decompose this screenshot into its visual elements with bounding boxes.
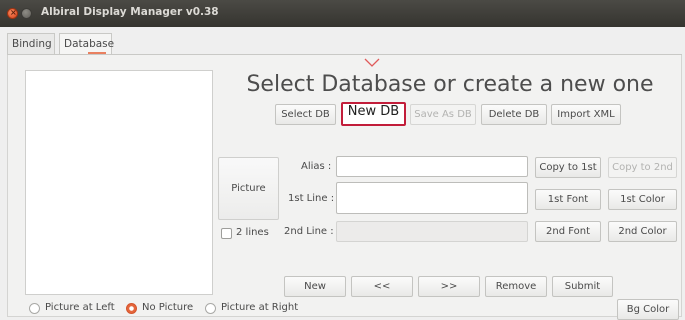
alias-input[interactable] [336,156,528,177]
close-window-button[interactable]: × [7,8,18,19]
picture-at-left-label: Picture at Left [45,302,115,313]
picture-button[interactable]: Picture [218,157,279,220]
second-line-label: 2nd Line : [284,226,334,237]
import-xml-button[interactable]: Import XML [551,104,621,125]
copy-to-2nd-button[interactable]: Copy to 2nd [608,157,677,178]
minimize-window-button[interactable] [21,8,32,19]
next-record-button[interactable]: >> [418,276,480,297]
database-list[interactable] [25,70,213,295]
title-bar: × Albiral Display Manager v0.38 [0,0,685,27]
picture-at-left-radio[interactable] [29,303,40,314]
first-font-button[interactable]: 1st Font [535,189,601,210]
close-icon: × [10,8,17,17]
first-line-input[interactable] [336,182,528,214]
page-title: Select Database or create a new one [246,72,654,97]
two-lines-checkbox[interactable] [221,228,232,239]
chevron-down-icon [364,58,380,67]
two-lines-label: 2 lines [236,227,269,238]
no-picture-radio[interactable] [126,303,137,314]
second-color-button[interactable]: 2nd Color [608,221,677,242]
tab-bar: Binding Database [0,27,685,54]
second-line-input[interactable] [336,221,528,242]
select-db-button[interactable]: Select DB [275,104,336,125]
new-db-button[interactable]: New DB [341,102,406,126]
first-color-button[interactable]: 1st Color [608,189,677,210]
save-as-db-button[interactable]: Save As DB [410,104,476,125]
submit-button[interactable]: Submit [552,276,613,297]
bg-color-button[interactable]: Bg Color [617,299,679,320]
window-title: Albiral Display Manager v0.38 [41,6,219,18]
new-record-button[interactable]: New [284,276,346,297]
picture-at-right-radio[interactable] [205,303,216,314]
alias-label: Alias : [301,161,332,172]
second-font-button[interactable]: 2nd Font [535,221,601,242]
picture-at-right-label: Picture at Right [221,302,299,313]
copy-to-1st-button[interactable]: Copy to 1st [535,157,601,178]
tab-database[interactable]: Database [59,33,114,54]
previous-record-button[interactable]: << [351,276,413,297]
remove-record-button[interactable]: Remove [485,276,547,297]
no-picture-label: No Picture [142,302,194,313]
first-line-label: 1st Line : [288,193,335,204]
tab-binding[interactable]: Binding [7,33,55,54]
delete-db-button[interactable]: Delete DB [481,104,547,125]
